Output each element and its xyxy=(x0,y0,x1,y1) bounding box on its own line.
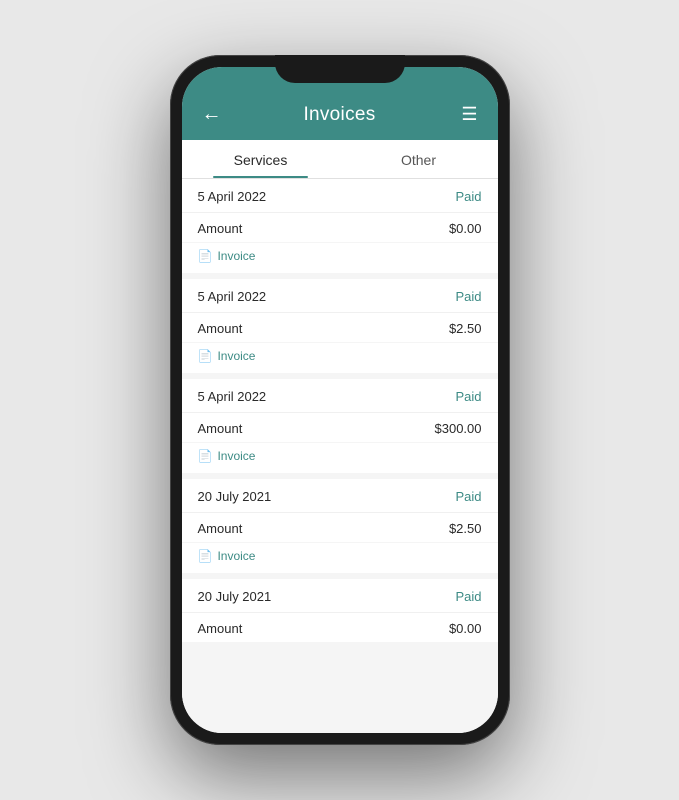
invoice-item: 5 April 2022 Paid Amount $0.00 📄 Invoice xyxy=(182,179,498,273)
invoice-amount-row: Amount $2.50 xyxy=(182,313,498,343)
tab-services[interactable]: Services xyxy=(182,140,340,178)
tab-other[interactable]: Other xyxy=(340,140,498,178)
invoice-item: 5 April 2022 Paid Amount $2.50 📄 Invoice xyxy=(182,279,498,373)
invoice-item: 20 July 2021 Paid Amount $0.00 xyxy=(182,579,498,643)
invoice-item: 5 April 2022 Paid Amount $300.00 📄 Invoi… xyxy=(182,379,498,473)
invoice-date: 5 April 2022 xyxy=(198,389,267,404)
amount-label: Amount xyxy=(198,521,243,536)
menu-icon: ☰ xyxy=(461,104,477,125)
invoice-header-row: 20 July 2021 Paid xyxy=(182,479,498,513)
invoice-amount-row: Amount $0.00 xyxy=(182,213,498,243)
amount-value: $0.00 xyxy=(449,621,482,636)
phone-frame: ← Invoices ☰ Services Other 5 April 2022… xyxy=(170,55,510,745)
amount-label: Amount xyxy=(198,321,243,336)
invoice-amount-row: Amount $0.00 xyxy=(182,613,498,643)
amount-label: Amount xyxy=(198,421,243,436)
document-icon: 📄 xyxy=(198,549,213,563)
invoice-link-row: 📄 Invoice xyxy=(182,443,498,473)
tabs-bar: Services Other xyxy=(182,140,498,179)
amount-value: $0.00 xyxy=(449,221,482,236)
invoice-header-row: 5 April 2022 Paid xyxy=(182,379,498,413)
invoice-link-row: 📄 Invoice xyxy=(182,243,498,273)
invoice-header-row: 5 April 2022 Paid xyxy=(182,179,498,213)
invoice-status: Paid xyxy=(455,189,481,204)
invoice-link-row: 📄 Invoice xyxy=(182,543,498,573)
amount-label: Amount xyxy=(198,221,243,236)
amount-value: $2.50 xyxy=(449,521,482,536)
document-icon: 📄 xyxy=(198,249,213,263)
amount-label: Amount xyxy=(198,621,243,636)
phone-notch xyxy=(275,55,405,83)
invoice-status: Paid xyxy=(455,389,481,404)
invoices-list: 5 April 2022 Paid Amount $0.00 📄 Invoice… xyxy=(182,179,498,733)
invoice-header-row: 5 April 2022 Paid xyxy=(182,279,498,313)
invoice-link[interactable]: Invoice xyxy=(217,449,255,463)
invoice-date: 20 July 2021 xyxy=(198,589,272,604)
amount-value: $300.00 xyxy=(435,421,482,436)
invoice-date: 20 July 2021 xyxy=(198,489,272,504)
invoice-amount-row: Amount $300.00 xyxy=(182,413,498,443)
amount-value: $2.50 xyxy=(449,321,482,336)
phone-screen: ← Invoices ☰ Services Other 5 April 2022… xyxy=(182,67,498,733)
invoice-status: Paid xyxy=(455,289,481,304)
invoice-item: 20 July 2021 Paid Amount $2.50 📄 Invoice xyxy=(182,479,498,573)
invoice-link-row: 📄 Invoice xyxy=(182,343,498,373)
document-icon: 📄 xyxy=(198,449,213,463)
back-icon: ← xyxy=(202,103,222,126)
menu-button[interactable]: ☰ xyxy=(447,104,477,125)
invoice-status: Paid xyxy=(455,589,481,604)
invoice-date: 5 April 2022 xyxy=(198,189,267,204)
back-button[interactable]: ← xyxy=(202,103,232,126)
invoice-status: Paid xyxy=(455,489,481,504)
invoice-link[interactable]: Invoice xyxy=(217,549,255,563)
invoice-amount-row: Amount $2.50 xyxy=(182,513,498,543)
document-icon: 📄 xyxy=(198,349,213,363)
page-title: Invoices xyxy=(303,104,375,126)
invoice-link[interactable]: Invoice xyxy=(217,349,255,363)
invoice-header-row: 20 July 2021 Paid xyxy=(182,579,498,613)
invoice-link[interactable]: Invoice xyxy=(217,249,255,263)
invoice-date: 5 April 2022 xyxy=(198,289,267,304)
